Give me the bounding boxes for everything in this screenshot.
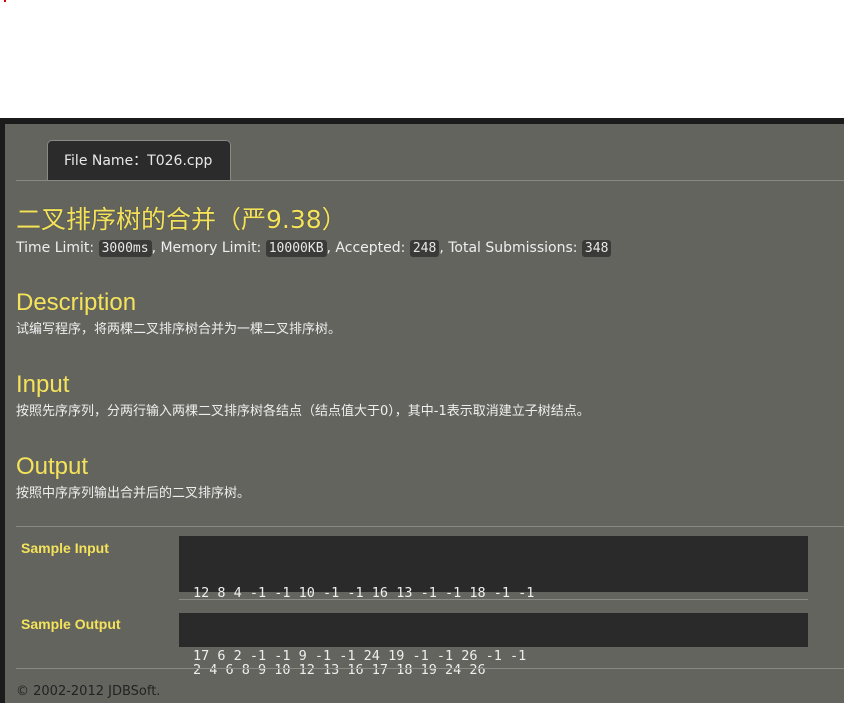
sample-output-box[interactable]: 2 4 6 8 9 10 12 13 16 17 18 19 24 26 (179, 613, 808, 678)
time-limit-value: 3000ms (98, 240, 152, 257)
sample-output-label: Sample Output (21, 616, 121, 632)
input-text: 按照先序序列，分两行输入两棵二叉排序树各结点（结点值大于0），其中-1表示取消建… (16, 404, 590, 419)
description-heading: Description (16, 289, 137, 316)
description-text: 试编写程序，将两棵二叉排序树合并为一棵二叉排序树。 (16, 322, 342, 337)
file-name-tab[interactable]: File Name：T026.cpp (47, 140, 231, 181)
problem-panel: File Name：T026.cpp 二叉排序树的合并（严9.38） Time … (5, 124, 844, 703)
section-divider (16, 526, 844, 527)
sample-divider (179, 599, 808, 600)
sample-input-box[interactable]: 12 8 4 -1 -1 10 -1 -1 16 13 -1 -1 18 -1 … (179, 536, 808, 664)
memory-limit-label: , Memory Limit: (151, 240, 262, 256)
problem-title: 二叉排序树的合并（严9.38） (16, 205, 347, 234)
accepted-value: 248 (409, 240, 440, 257)
sample-input-label: Sample Input (21, 540, 109, 556)
problem-frame: File Name：T026.cpp 二叉排序树的合并（严9.38） Time … (0, 118, 844, 703)
output-heading: Output (16, 453, 89, 480)
sample-output-line: 2 4 6 8 9 10 12 13 16 17 18 19 24 26 (193, 662, 486, 678)
output-text: 按照中序序列输出合并后的二叉排序树。 (16, 486, 251, 501)
footer-divider (16, 668, 844, 669)
sample-input-line: 12 8 4 -1 -1 10 -1 -1 16 13 -1 -1 18 -1 … (193, 585, 535, 601)
total-submissions-value: 348 (581, 240, 612, 257)
accepted-label: , Accepted: (326, 240, 406, 256)
memory-limit-value: 10000KB (265, 240, 327, 257)
total-submissions-label: , Total Submissions: (439, 240, 578, 256)
corner-marker (4, 0, 6, 2)
input-heading: Input (16, 371, 70, 398)
footer-copyright: © 2002-2012 JDBSoft. (16, 684, 161, 699)
problem-limits: Time Limit: 3000ms, Memory Limit: 10000K… (16, 237, 612, 260)
tab-divider (16, 180, 844, 181)
time-limit-label: Time Limit: (16, 240, 95, 256)
